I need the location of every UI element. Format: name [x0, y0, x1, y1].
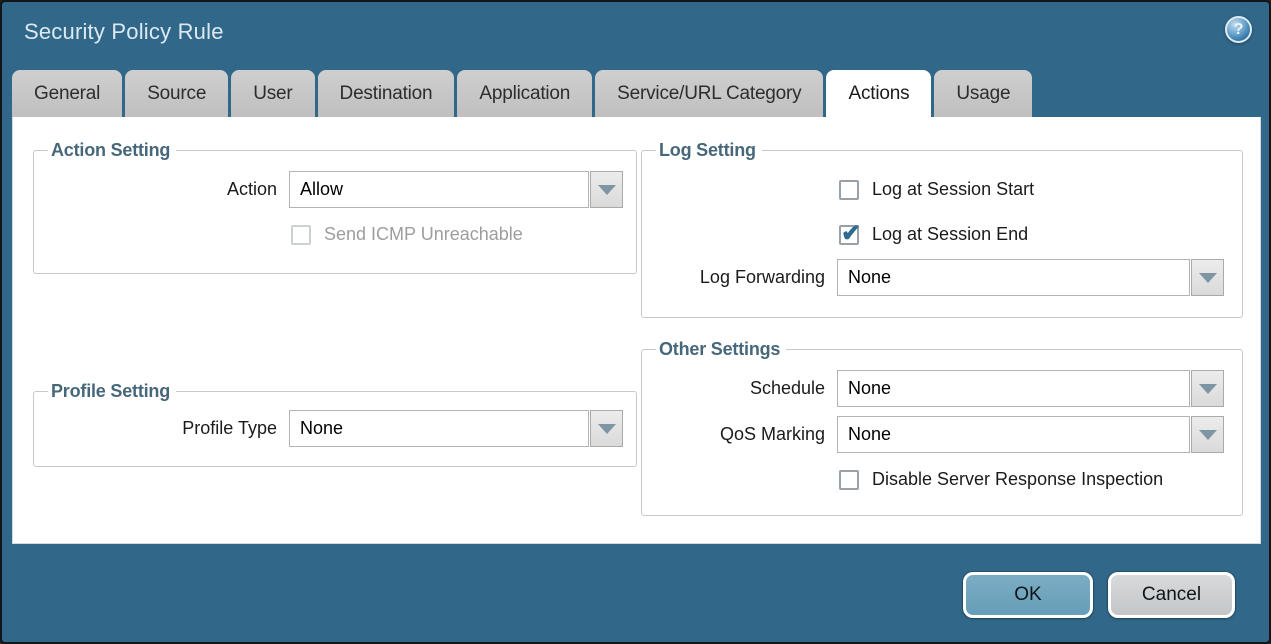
icmp-unreachable-row: Send ICMP Unreachable [46, 224, 624, 245]
security-policy-rule-dialog: Security Policy Rule ? General Source Us… [0, 0, 1271, 644]
qos-marking-label: QoS Marking [654, 424, 837, 445]
schedule-dropdown-value: None [837, 370, 1190, 407]
chevron-down-icon [1199, 273, 1217, 283]
schedule-label: Schedule [654, 378, 837, 399]
disable-server-response-inspection-label: Disable Server Response Inspection [872, 469, 1163, 490]
tab-destination[interactable]: Destination [318, 70, 455, 117]
log-forwarding-dropdown-button[interactable] [1191, 259, 1224, 296]
dialog-title: Security Policy Rule [24, 19, 224, 45]
log-forwarding-label: Log Forwarding [654, 267, 837, 288]
tab-source[interactable]: Source [125, 70, 228, 117]
log-session-start-row: Log at Session Start [654, 179, 1230, 200]
tab-service-url-category[interactable]: Service/URL Category [595, 70, 823, 117]
schedule-dropdown[interactable]: None [837, 370, 1224, 407]
profile-type-dropdown-button[interactable] [590, 410, 623, 447]
other-settings-group: Other Settings Schedule None QoS Marking… [641, 339, 1243, 516]
dsri-row: Disable Server Response Inspection [654, 469, 1230, 490]
log-setting-group: Log Setting Log at Session Start Log at … [641, 140, 1243, 318]
log-at-session-end-label: Log at Session End [872, 224, 1028, 245]
action-setting-group: Action Setting Action Allow Send ICMP Un… [33, 140, 637, 274]
log-at-session-start-checkbox[interactable] [839, 180, 859, 200]
tab-usage[interactable]: Usage [934, 70, 1032, 117]
log-session-end-row: Log at Session End [654, 224, 1230, 245]
tab-general[interactable]: General [12, 70, 122, 117]
qos-marking-dropdown-button[interactable] [1191, 416, 1224, 453]
log-at-session-start-label: Log at Session Start [872, 179, 1034, 200]
chevron-down-icon [1199, 430, 1217, 440]
action-dropdown[interactable]: Allow [289, 171, 623, 208]
log-setting-legend: Log Setting [656, 140, 762, 161]
log-at-session-end-checkbox[interactable] [839, 225, 859, 245]
tab-label: General [34, 83, 100, 105]
tab-label: Source [147, 83, 206, 105]
chevron-down-icon [598, 424, 616, 434]
tab-label: User [253, 83, 292, 105]
actions-tab-panel: Action Setting Action Allow Send ICMP Un… [12, 117, 1261, 544]
qos-marking-dropdown-value: None [837, 416, 1190, 453]
send-icmp-unreachable-label: Send ICMP Unreachable [324, 224, 523, 245]
action-dropdown-value: Allow [289, 171, 589, 208]
tab-label: Application [479, 83, 570, 105]
action-dropdown-button[interactable] [590, 171, 623, 208]
profile-type-dropdown[interactable]: None [289, 410, 623, 447]
send-icmp-unreachable-checkbox[interactable] [291, 225, 311, 245]
tab-user[interactable]: User [231, 70, 314, 117]
tab-label: Usage [956, 83, 1010, 105]
tab-label: Service/URL Category [617, 83, 801, 105]
schedule-dropdown-button[interactable] [1191, 370, 1224, 407]
tab-actions[interactable]: Actions [826, 70, 931, 117]
ok-button[interactable]: OK [963, 572, 1093, 618]
action-setting-legend: Action Setting [48, 140, 176, 161]
tab-application[interactable]: Application [457, 70, 592, 117]
profile-setting-legend: Profile Setting [48, 381, 176, 402]
profile-setting-group: Profile Setting Profile Type None [33, 381, 637, 467]
log-forwarding-dropdown-value: None [837, 259, 1190, 296]
disable-server-response-inspection-checkbox[interactable] [839, 470, 859, 490]
chevron-down-icon [1199, 384, 1217, 394]
tab-bar: General Source User Destination Applicat… [12, 70, 1032, 117]
action-label: Action [46, 179, 289, 200]
profile-type-dropdown-value: None [289, 410, 589, 447]
cancel-button[interactable]: Cancel [1108, 572, 1235, 618]
chevron-down-icon [598, 185, 616, 195]
dialog-footer: OK Cancel [963, 572, 1235, 618]
help-icon-glyph: ? [1234, 21, 1244, 39]
log-forwarding-dropdown[interactable]: None [837, 259, 1224, 296]
tab-label: Actions [848, 83, 909, 105]
profile-type-label: Profile Type [46, 418, 289, 439]
qos-marking-dropdown[interactable]: None [837, 416, 1224, 453]
other-settings-legend: Other Settings [656, 339, 786, 360]
help-icon[interactable]: ? [1225, 16, 1252, 43]
tab-label: Destination [340, 83, 433, 105]
